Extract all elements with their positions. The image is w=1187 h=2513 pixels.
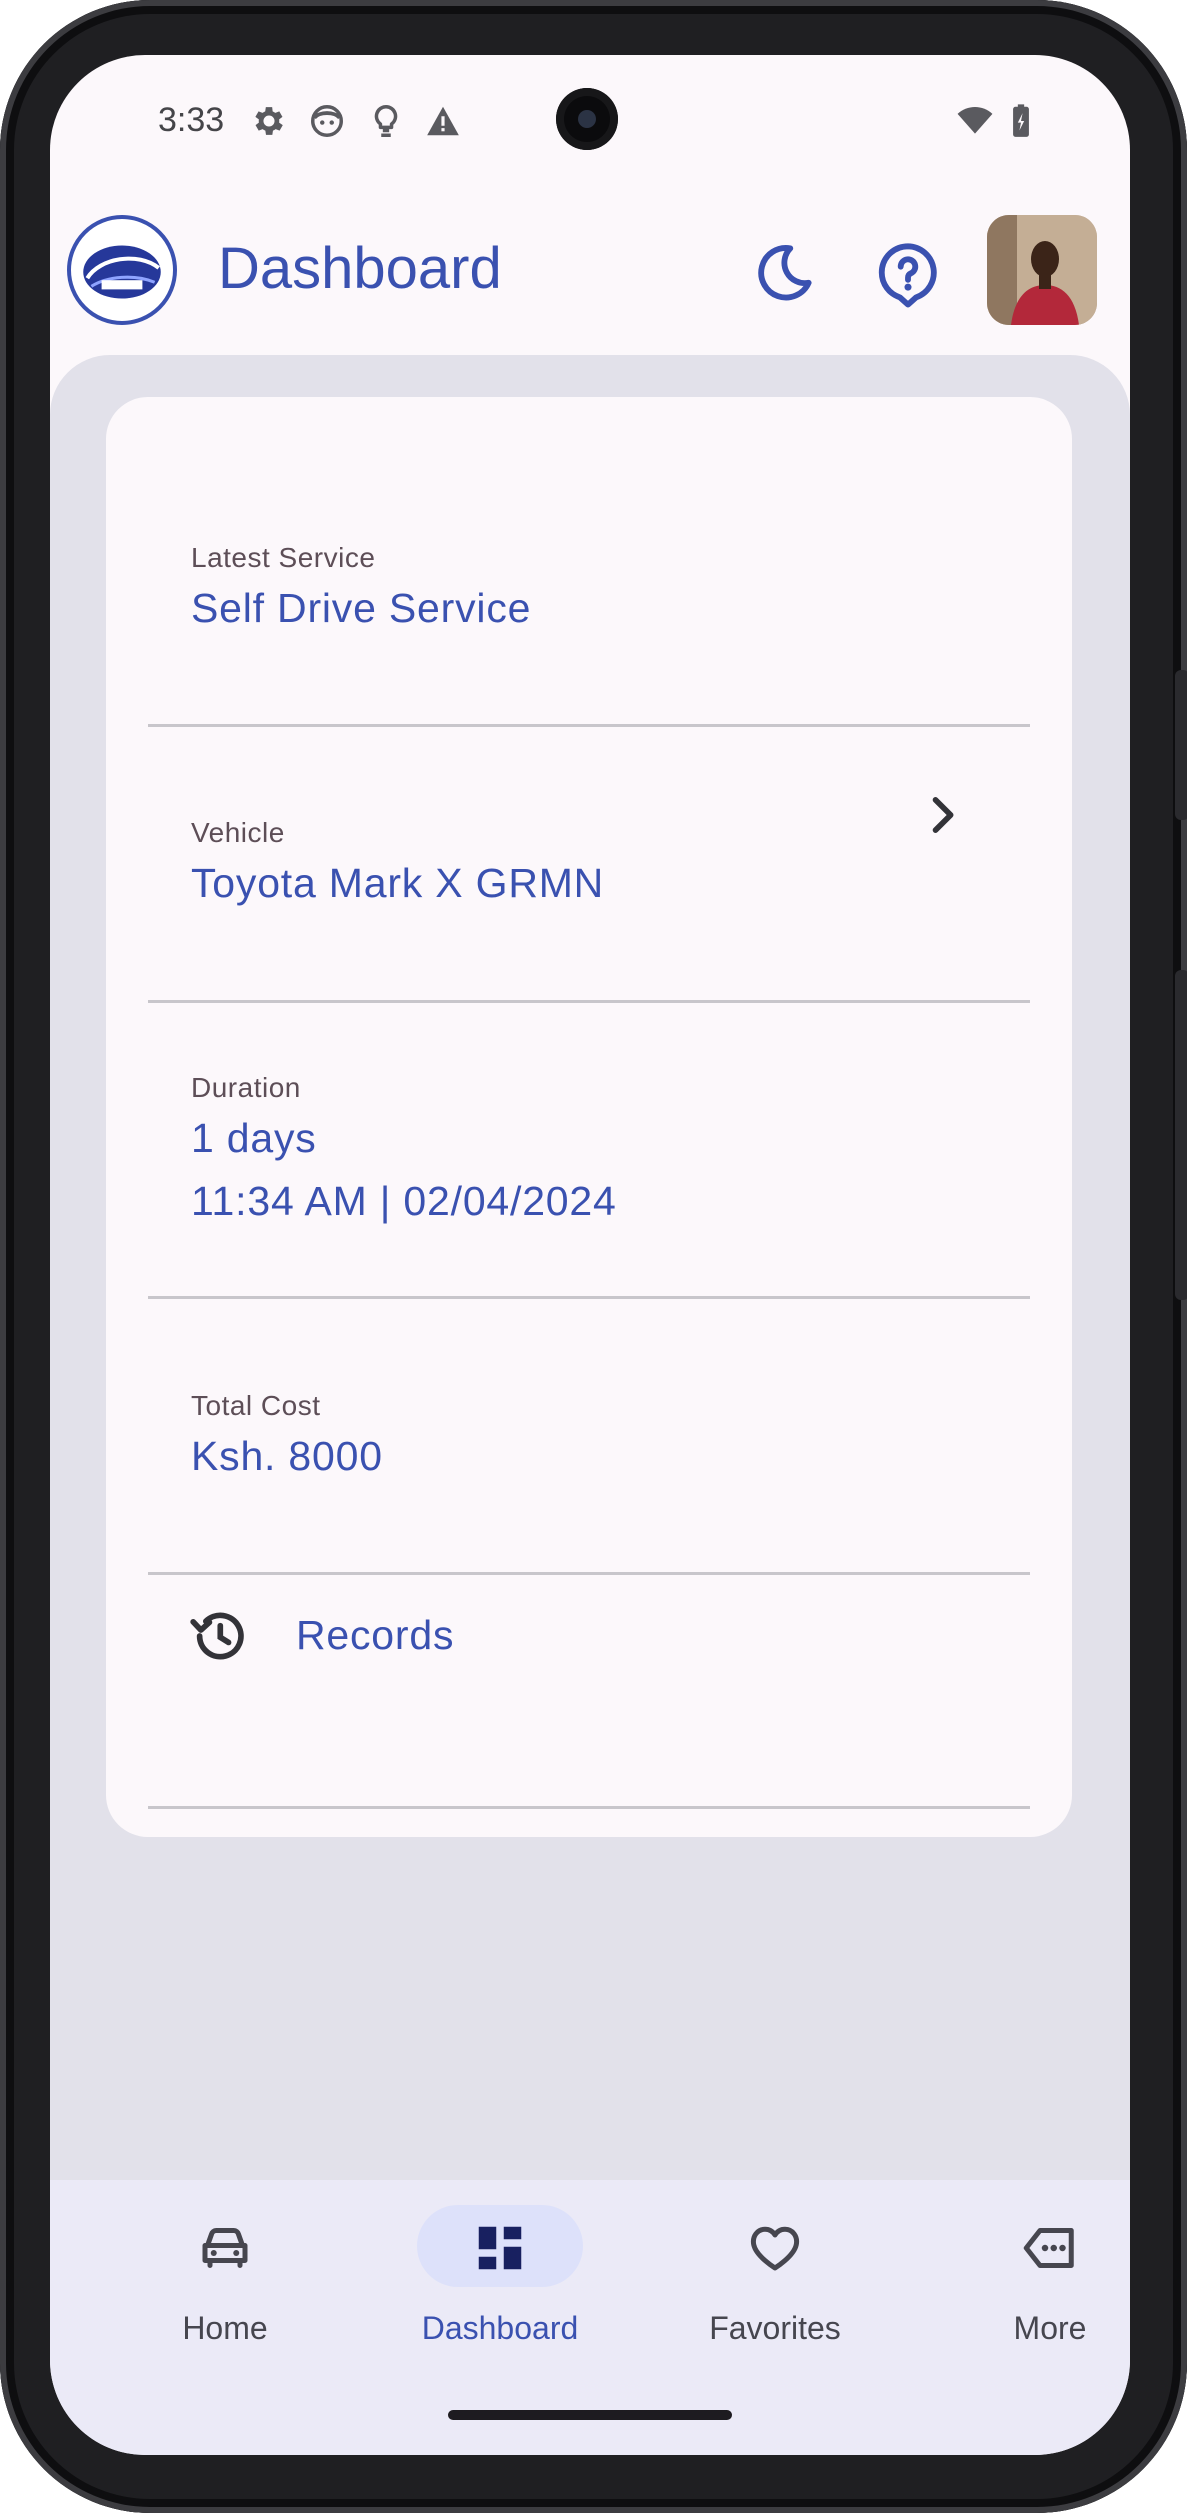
warning-icon	[427, 106, 459, 136]
avatar[interactable]	[987, 215, 1097, 325]
status-time: 3:33	[158, 101, 225, 139]
qaizen-logo-icon	[83, 245, 161, 299]
page-title: Dashboard	[218, 236, 502, 301]
nav-label-more: More	[1013, 2310, 1087, 2346]
car-icon	[202, 2228, 248, 2268]
profile-photo	[987, 215, 1097, 325]
duration-datetime: 11:34 AM | 02/04/2024	[191, 1178, 617, 1224]
nav-label-home: Home	[182, 2310, 268, 2346]
divider	[148, 724, 1030, 727]
divider	[148, 1296, 1030, 1299]
heart-icon	[750, 2226, 800, 2271]
records-label: Records	[296, 1612, 455, 1658]
service-summary-card: Latest Service Self Drive Service Vehicl…	[106, 397, 1072, 1837]
latest-service-value: Self Drive Service	[191, 585, 532, 631]
history-icon	[190, 1612, 244, 1660]
chevron-right-icon[interactable]	[916, 789, 968, 841]
screen: 3:33 Dashboard Latest Service Self Drive…	[50, 55, 1130, 2455]
settings-icon	[255, 107, 283, 135]
divider	[148, 1806, 1030, 1809]
wifi-icon	[957, 106, 993, 134]
latest-service-label: Latest Service	[191, 542, 376, 573]
divider	[148, 1000, 1030, 1003]
nav-item-home[interactable]: Home	[95, 2205, 355, 2375]
volume-button	[1175, 670, 1187, 820]
vehicle-label: Vehicle	[191, 817, 285, 848]
help-icon[interactable]	[873, 239, 943, 309]
total-cost-label: Total Cost	[191, 1390, 321, 1421]
nav-item-more[interactable]: More	[920, 2205, 1130, 2375]
total-cost-value: Ksh. 8000	[191, 1433, 383, 1479]
vehicle-value: Toyota Mark X GRMN	[191, 860, 605, 906]
dashboard-icon	[478, 2226, 522, 2270]
front-camera	[556, 88, 618, 150]
nav-item-dashboard[interactable]: Dashboard	[370, 2205, 630, 2375]
face-icon	[311, 105, 343, 137]
nav-label-favorites: Favorites	[709, 2310, 841, 2346]
phone-frame: 3:33 Dashboard Latest Service Self Drive…	[0, 0, 1187, 2513]
duration-days: 1 days	[191, 1115, 317, 1161]
status-bar: 3:33	[50, 55, 1130, 185]
power-button	[1175, 970, 1187, 1300]
lightbulb-icon	[374, 105, 398, 137]
more-icon	[1023, 2228, 1074, 2268]
gesture-home-indicator[interactable]	[448, 2410, 732, 2420]
nav-label-dashboard: Dashboard	[421, 2310, 579, 2346]
duration-label: Duration	[191, 1072, 301, 1103]
battery-icon	[1013, 104, 1029, 137]
nav-item-favorites[interactable]: Favorites	[645, 2205, 905, 2375]
divider	[148, 1572, 1030, 1575]
dark-mode-icon[interactable]	[748, 239, 818, 309]
app-logo[interactable]	[67, 215, 177, 325]
